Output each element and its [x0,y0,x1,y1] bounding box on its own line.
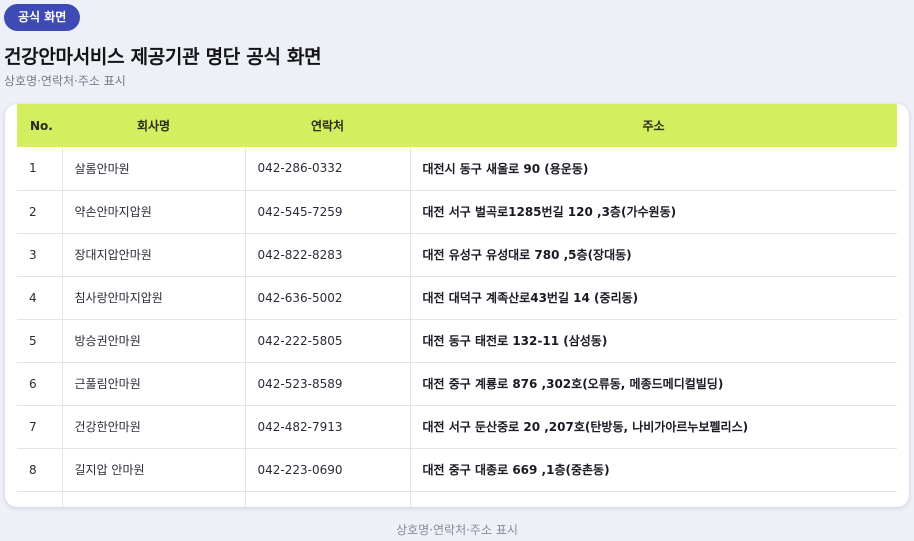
company-name: 침사랑안마지압원 [61,276,245,319]
table-body: 1 살롬안마원 042-286-0332 대전시 동구 새울로 90 (용운동) 2 약손… [17,147,897,507]
company-name: 건강한안마원 [61,405,245,448]
phone-number: 042-286-0332 [244,147,410,190]
empty-cell [244,491,410,507]
address: 대전 중구 계룡로 876 ,302호(오류동, 메종드메디컬빌딩) [409,362,897,405]
phone-number: 042-222-5805 [244,319,410,362]
table-row: 4 침사랑안마지압원 042-636-5002 대전 대덕구 계족산로43번길 14 … [17,276,897,319]
phone-number: 042-523-8589 [244,362,410,405]
provider-table: No. 회사명 연락처 주소 1 살롬안마원 042-286-0332 대전시 동구 … [17,104,897,507]
row-number: 5 [29,333,37,348]
provider-table-card: No. 회사명 연락처 주소 1 살롬안마원 042-286-0332 대전시 동구 … [5,104,909,507]
company-name: 약손안마지압원 [61,190,245,233]
phone-number: 042-822-8283 [244,233,410,276]
official-screen-badge: 공식 화면 [4,4,81,31]
row-number: 1 [29,161,37,176]
column-header-company: 회사명 [136,119,171,133]
empty-table-row [17,491,897,507]
row-number: 6 [29,376,37,391]
address: 대전 중구 대종로 669 ,1층(중촌동) [409,448,897,491]
address: 대전시 동구 새울로 90 (용운동) [409,147,897,190]
page-title: 건강안마서비스 제공기관 명단 공식 화면 [4,46,322,68]
table-row: 8 길지압 안마원 042-223-0690 대전 중구 대종로 669 ,1층(중촌… [17,448,897,491]
footer-caption: 상호명·연락처·주소 표시 [396,523,518,537]
empty-cell [61,491,245,507]
table-row: 6 근풀림안마원 042-523-8589 대전 중구 계룡로 876 ,302호(오… [17,362,897,405]
row-number: 8 [29,462,37,477]
company-name: 장대지압안마원 [61,233,245,276]
address: 대전 대덕구 계족산로43번길 14 (중리동) [409,276,897,319]
empty-cell [17,491,62,507]
row-number: 7 [29,419,37,434]
company-name: 길지압 안마원 [61,448,245,491]
phone-number: 042-636-5002 [244,276,410,319]
address: 대전 동구 태전로 132-11 (삼성동) [409,319,897,362]
phone-number: 042-223-0690 [244,448,410,491]
phone-number: 042-545-7259 [244,190,410,233]
column-header-no: No. [30,118,53,133]
company-name: 방승권안마원 [61,319,245,362]
table-header-row: No. 회사명 연락처 주소 [17,104,897,147]
table-row: 1 살롬안마원 042-286-0332 대전시 동구 새울로 90 (용운동) [17,147,897,190]
address: 대전 서구 벌곡로1285번길 120 ,3층(가수원동) [409,190,897,233]
table-row: 7 건강한안마원 042-482-7913 대전 서구 둔산중로 20 ,207호(탄… [17,405,897,448]
address: 대전 서구 둔산중로 20 ,207호(탄방동, 나비가아르누보펠리스) [409,405,897,448]
row-number: 2 [29,204,37,219]
phone-number: 042-482-7913 [244,405,410,448]
row-number: 4 [29,290,37,305]
row-number: 3 [29,247,37,262]
page-subtitle: 상호명·연락처·주소 표시 [4,74,126,88]
company-name: 살롬안마원 [61,147,245,190]
empty-cell [409,491,897,507]
table-row: 5 방승권안마원 042-222-5805 대전 동구 태전로 132-11 (삼성동… [17,319,897,362]
address: 대전 유성구 유성대로 780 ,5층(장대동) [409,233,897,276]
table-row: 2 약손안마지압원 042-545-7259 대전 서구 벌곡로1285번길 120 … [17,190,897,233]
table-row: 3 장대지압안마원 042-822-8283 대전 유성구 유성대로 780 ,5층(… [17,233,897,276]
column-header-address: 주소 [642,119,665,133]
column-header-phone: 연락처 [310,119,345,133]
company-name: 근풀림안마원 [61,362,245,405]
